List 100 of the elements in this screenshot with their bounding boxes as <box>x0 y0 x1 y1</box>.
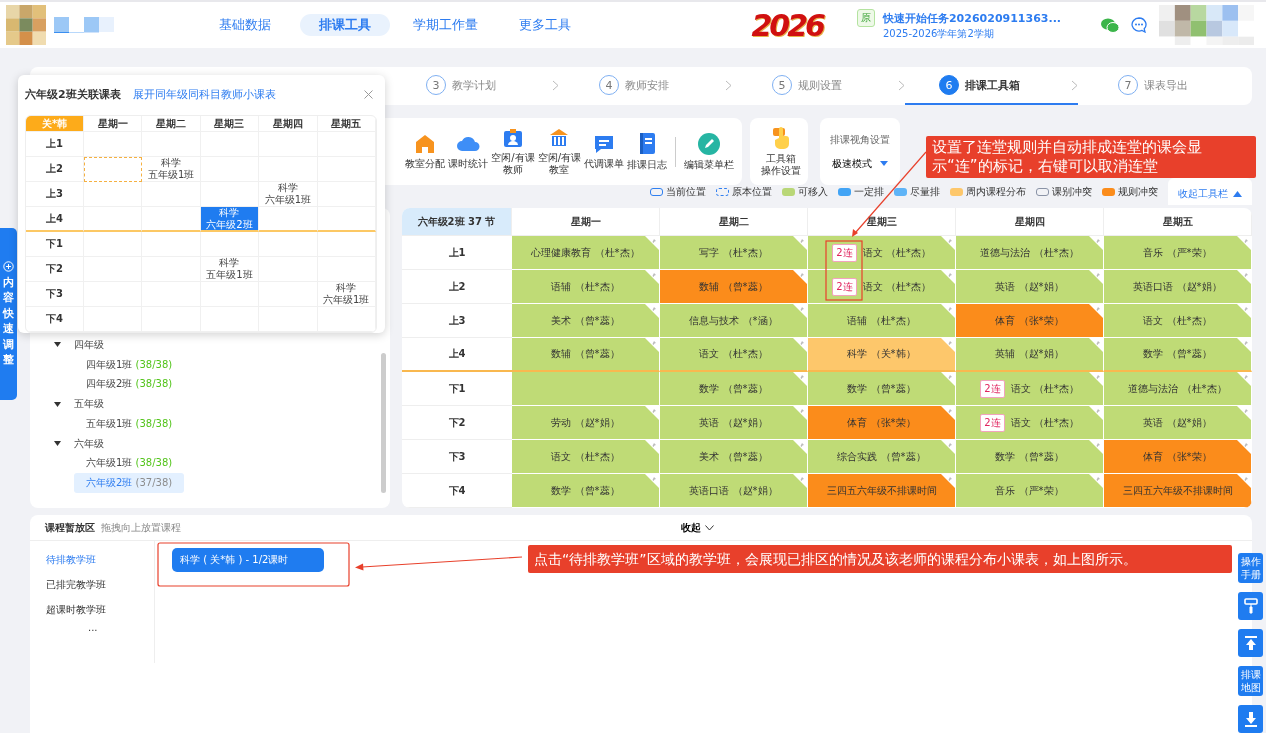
pin-corner-icon[interactable] <box>1237 304 1251 318</box>
lesson-cell[interactable]: 2连 语文 （杜*杰） <box>808 270 956 304</box>
lesson-cell[interactable]: 信息与技术 （*涵） <box>660 304 808 338</box>
lesson-cell[interactable]: 2连 语文 （杜*杰） <box>808 236 956 270</box>
lesson-cell[interactable]: 音乐 （严*荣） <box>1104 236 1252 270</box>
lesson-cell[interactable]: 美术 （曾*蕊） <box>512 304 660 338</box>
nav-tab[interactable]: 排课工具 <box>300 14 390 36</box>
pin-corner-icon[interactable] <box>793 236 807 250</box>
pin-corner-icon[interactable] <box>1089 270 1103 284</box>
pin-corner-icon[interactable] <box>645 270 659 284</box>
side-button[interactable] <box>1238 592 1263 620</box>
lesson-cell[interactable]: 语文 （杜*杰） <box>660 338 808 372</box>
class-item[interactable]: 四年级1班 (38/38) <box>74 354 185 375</box>
lesson-cell[interactable]: 写字 （杜*杰） <box>660 236 808 270</box>
list-tab[interactable]: 待排教学班 <box>46 553 154 567</box>
pin-corner-icon[interactable] <box>1089 440 1103 454</box>
step-tab[interactable]: 5 规则设置 <box>732 67 905 105</box>
pin-corner-icon[interactable] <box>645 406 659 420</box>
lesson-cell[interactable]: 数辅 （曾*蕊） <box>512 338 660 372</box>
lesson-cell[interactable]: 劳动 （赵*娟） <box>512 406 660 440</box>
step-tab[interactable]: 6 排课工具箱 <box>905 67 1078 105</box>
side-button[interactable]: 操作手册 <box>1238 553 1263 583</box>
pin-corner-icon[interactable] <box>941 474 955 488</box>
lesson-cell[interactable]: 科学 五年级1班 <box>142 157 201 182</box>
caret-icon[interactable] <box>54 342 61 348</box>
pin-corner-icon[interactable] <box>793 406 807 420</box>
lesson-cell[interactable]: 综合实践 （曾*蕊） <box>808 440 956 474</box>
pin-corner-icon[interactable] <box>1237 338 1251 352</box>
pin-corner-icon[interactable] <box>645 304 659 318</box>
chat-icon[interactable] <box>1131 17 1147 33</box>
pin-corner-icon[interactable] <box>1237 440 1251 454</box>
class-item[interactable]: 六年级1班 (38/38) <box>74 453 185 474</box>
wechat-icon[interactable] <box>1101 17 1119 33</box>
pin-corner-icon[interactable] <box>941 304 955 318</box>
lesson-cell[interactable]: 美术 （曾*蕊） <box>660 440 808 474</box>
step-tab[interactable]: 4 教师安排 <box>559 67 732 105</box>
pin-corner-icon[interactable] <box>645 236 659 250</box>
collapse-button[interactable]: 收起 <box>675 519 720 536</box>
lesson-cell[interactable]: 语文 （杜*杰） <box>1104 304 1252 338</box>
caret-icon[interactable] <box>54 441 61 447</box>
pin-corner-icon[interactable] <box>645 440 659 454</box>
nav-tab[interactable]: 学期工作量 <box>400 14 490 36</box>
lesson-cell[interactable]: 道德与法治 （杜*杰） <box>1104 372 1252 406</box>
lesson-cell[interactable]: 三四五六年级不排课时间 <box>1104 474 1252 508</box>
lesson-cell[interactable]: 科学 六年级1班 <box>259 182 318 207</box>
pin-corner-icon[interactable] <box>941 338 955 352</box>
toolbar-button[interactable]: 空闲/有课 教师 <box>491 127 535 176</box>
lesson-cell[interactable]: 心理健康教育 （杜*杰） <box>512 236 660 270</box>
scrollbar[interactable] <box>381 353 386 493</box>
lesson-cell[interactable]: 英语 （赵*娟） <box>956 270 1104 304</box>
lesson-cell[interactable]: 英辅 （赵*娟） <box>956 338 1104 372</box>
toolbar-button[interactable]: 代调课单 <box>584 133 624 170</box>
pin-corner-icon[interactable] <box>793 270 807 284</box>
pin-corner-icon[interactable] <box>1237 372 1251 386</box>
nav-tab[interactable]: 更多工具 <box>500 14 590 36</box>
lesson-cell[interactable]: 数学 （曾*蕊） <box>512 474 660 508</box>
lesson-cell[interactable]: 科学 （关*韩） <box>808 338 956 372</box>
close-icon[interactable] <box>364 89 373 99</box>
lesson-cell[interactable]: 英语口语 （赵*娟） <box>660 474 808 508</box>
pin-corner-icon[interactable] <box>645 474 659 488</box>
collapse-toolbar-button[interactable]: 收起工具栏 <box>1168 178 1252 205</box>
list-tab[interactable]: 已排完教学班 <box>46 578 154 592</box>
pin-corner-icon[interactable] <box>1237 474 1251 488</box>
side-button[interactable]: 排课地图 <box>1238 666 1263 696</box>
pin-corner-icon[interactable] <box>1237 406 1251 420</box>
lesson-cell[interactable]: 数学 （曾*蕊） <box>956 440 1104 474</box>
lesson-cell[interactable] <box>512 372 660 406</box>
pin-corner-icon[interactable] <box>1089 304 1103 318</box>
grade-item[interactable]: 四年级 <box>74 337 104 352</box>
lesson-cell[interactable]: 语文 （杜*杰） <box>512 440 660 474</box>
pin-corner-icon[interactable] <box>941 372 955 386</box>
toolbar-button[interactable]: 编辑菜单栏 <box>684 132 734 171</box>
course-chip[interactable]: 科学 ( 关*韩 ) - 1/2课时 <box>172 548 324 572</box>
pin-corner-icon[interactable] <box>941 270 955 284</box>
pin-corner-icon[interactable] <box>1089 406 1103 420</box>
lesson-cell[interactable]: 道德与法治 （杜*杰） <box>956 236 1104 270</box>
expand-link[interactable]: 展开同年级同科目教师小课表 <box>132 86 276 102</box>
lesson-cell[interactable]: 英语口语 （赵*娟） <box>1104 270 1252 304</box>
pin-corner-icon[interactable] <box>645 338 659 352</box>
lesson-cell[interactable]: 体育 （张*荣） <box>1104 440 1252 474</box>
lesson-cell[interactable]: 科学 六年级1班 <box>317 282 376 307</box>
pin-corner-icon[interactable] <box>1237 236 1251 250</box>
pin-corner-icon[interactable] <box>793 474 807 488</box>
lesson-cell[interactable]: 2连 语文 （杜*杰） <box>956 406 1104 440</box>
grade-item[interactable]: 五年级 <box>74 397 104 412</box>
caret-icon[interactable] <box>54 401 61 407</box>
toolbar-button[interactable]: 空闲/有课 教室 <box>537 127 581 176</box>
pin-corner-icon[interactable] <box>793 440 807 454</box>
lesson-cell[interactable]: 英语 （赵*娟） <box>660 406 808 440</box>
lesson-cell[interactable]: 科学 五年级1班 <box>200 257 260 282</box>
toolbar-button[interactable]: 工具箱 操作设置 <box>760 126 801 177</box>
toolbar-button[interactable]: 课时统计 <box>448 133 489 170</box>
lesson-cell[interactable]: 数学 （曾*蕊） <box>808 372 956 406</box>
toolbar-button[interactable]: 排课日志 <box>627 132 667 171</box>
download-button[interactable] <box>1238 705 1263 733</box>
task-title[interactable]: 快速开始任务2026020911363... <box>882 10 1061 26</box>
lesson-cell[interactable]: 数学 （曾*蕊） <box>1104 338 1252 372</box>
lesson-cell[interactable]: 2连 语文 （杜*杰） <box>956 372 1104 406</box>
pin-corner-icon[interactable] <box>1089 372 1103 386</box>
pin-corner-icon[interactable] <box>793 304 807 318</box>
